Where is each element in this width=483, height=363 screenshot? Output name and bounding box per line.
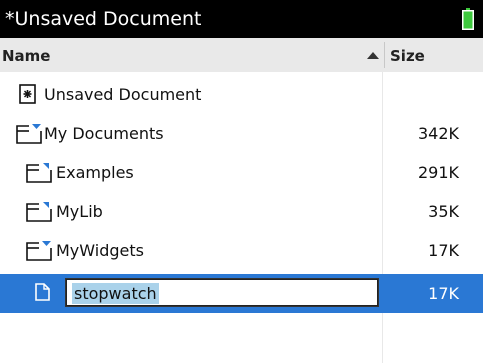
list-item-my-documents[interactable]: My Documents 342K: [0, 114, 483, 153]
folder-icon: [16, 124, 42, 144]
list-item-label: Examples: [56, 163, 134, 182]
rename-selected-text[interactable]: stopwatch: [72, 283, 159, 304]
list-item-unsaved-document[interactable]: Unsaved Document: [0, 75, 483, 114]
list-item-size: 291K: [417, 163, 459, 182]
list-item-examples[interactable]: Examples 291K: [0, 153, 483, 192]
rename-input[interactable]: stopwatch: [65, 278, 379, 307]
folder-icon: [26, 202, 52, 222]
sort-ascending-icon[interactable]: [367, 52, 379, 59]
list-item-label: My Documents: [44, 124, 164, 143]
document-title: *Unsaved Document: [5, 8, 202, 30]
battery-icon: [462, 8, 474, 30]
list-item-size: 342K: [417, 124, 459, 143]
list-item-mylib[interactable]: MyLib 35K: [0, 192, 483, 231]
folder-icon: [26, 163, 52, 183]
size-column-header[interactable]: Size: [390, 47, 425, 65]
folder-icon: [26, 241, 52, 261]
column-header: Name Size: [0, 38, 483, 72]
list-item-size: 17K: [428, 284, 459, 303]
name-column-header[interactable]: Name: [2, 47, 50, 65]
list-item-size: 17K: [428, 241, 459, 260]
list-item-label: MyWidgets: [56, 241, 144, 260]
list-item-label: Unsaved Document: [44, 85, 202, 104]
title-bar: *Unsaved Document: [0, 0, 483, 38]
column-separator[interactable]: [384, 42, 385, 68]
document-icon: [35, 283, 50, 301]
list-item-label: MyLib: [56, 202, 103, 221]
list-item-stopwatch[interactable]: stopwatch 17K: [0, 274, 483, 313]
rename-input-frame: stopwatch: [66, 279, 378, 306]
list-item-mywidgets[interactable]: MyWidgets 17K: [0, 231, 483, 270]
list-item-size: 35K: [428, 202, 459, 221]
document-star-icon: [19, 84, 36, 104]
